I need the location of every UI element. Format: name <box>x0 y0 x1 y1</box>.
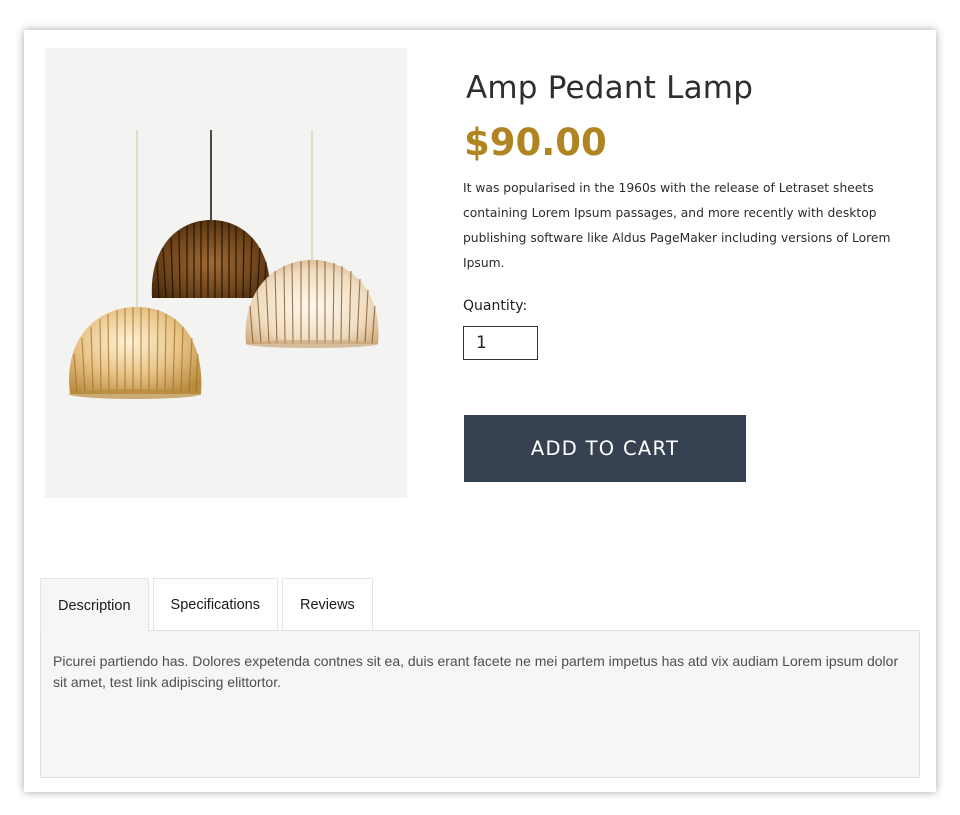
product-card: Amp Pedant Lamp $90.00 It was popularise… <box>24 30 936 792</box>
dark-pendant-lamp <box>151 220 271 299</box>
gold-pendant-lamp <box>69 307 202 399</box>
product-description: It was popularised in the 1960s with the… <box>463 181 891 270</box>
tab-specifications[interactable]: Specifications <box>152 578 278 631</box>
quantity-input[interactable] <box>463 326 538 360</box>
description-tab-panel: Picurei partiendo has. Dolores expetenda… <box>40 630 920 778</box>
add-to-cart-button[interactable]: ADD TO CART <box>464 415 746 482</box>
tab-reviews[interactable]: Reviews <box>282 578 373 631</box>
product-image[interactable] <box>45 48 407 498</box>
tab-description[interactable]: Description <box>40 578 149 632</box>
test-link[interactable]: test link <box>110 674 157 690</box>
quantity-label: Quantity: <box>463 298 528 314</box>
pendant-lamps-image <box>69 130 379 399</box>
description-panel-text: Picurei partiendo has. Dolores expetenda… <box>53 651 907 693</box>
description-text-end: adipiscing elittortor. <box>157 674 281 690</box>
product-tabs: Description Specifications Reviews <box>40 578 377 632</box>
product-title: Amp Pedant Lamp <box>466 70 754 106</box>
product-price: $90.00 <box>464 121 607 164</box>
